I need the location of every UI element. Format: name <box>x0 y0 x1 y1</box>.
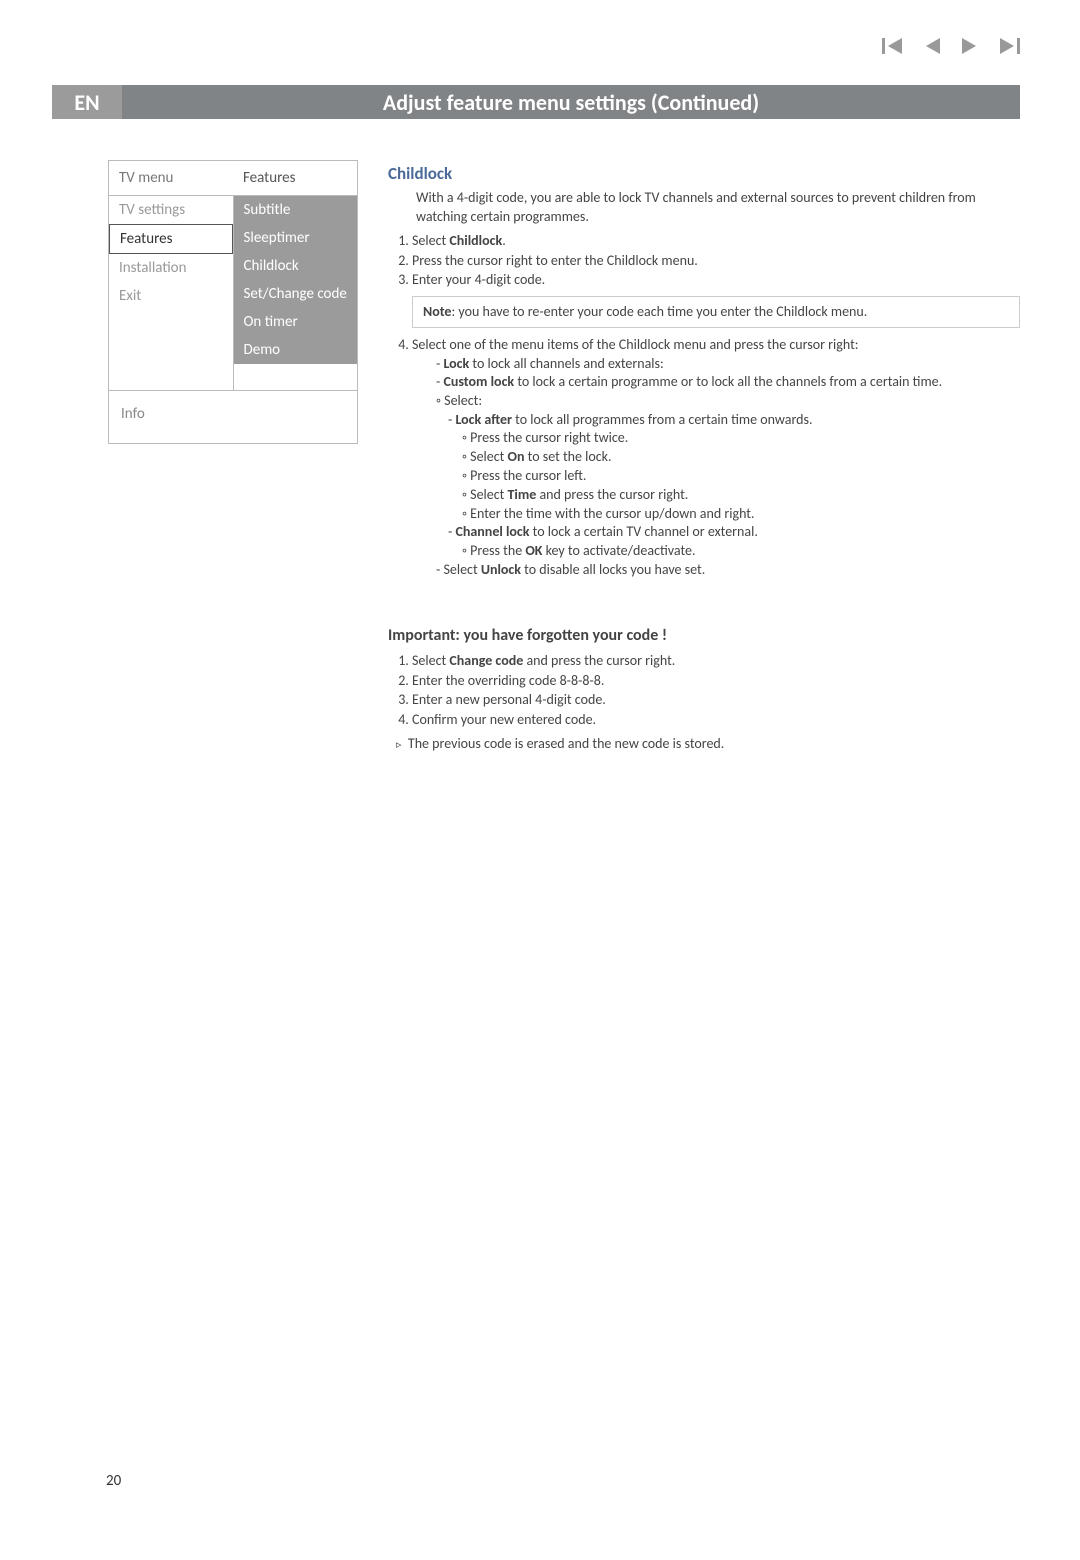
step-item: Enter a new personal 4-digit code. <box>412 691 1020 709</box>
menu-right-item[interactable]: On timer <box>234 308 358 336</box>
menu-right-item[interactable]: Childlock <box>234 252 358 280</box>
menu-info-label: Info <box>109 390 357 443</box>
last-icon[interactable] <box>1000 38 1020 58</box>
important-steps: Select Change code and press the cursor … <box>388 652 1020 729</box>
step-item: Select one of the menu items of the Chil… <box>412 336 1020 579</box>
menu-header-right: Features <box>233 161 357 196</box>
result-line: ▹ The previous code is erased and the ne… <box>396 735 1020 753</box>
menu-right-item[interactable]: Subtitle <box>234 196 358 224</box>
menu-left-item[interactable]: Exit <box>109 282 233 310</box>
step-item: Select Change code and press the cursor … <box>412 652 1020 670</box>
step-item: Select Childlock. <box>412 232 1020 250</box>
menu-header-left: TV menu <box>109 161 233 196</box>
important-heading: Important: you have forgotten your code … <box>388 625 1020 646</box>
menu-left-column: TV settings Features Installation Exit <box>109 196 234 390</box>
page-title: Adjust feature menu settings (Continued) <box>122 85 1020 119</box>
note-box: Note: you have to re-enter your code eac… <box>412 296 1020 328</box>
menu-right-item[interactable]: Sleeptimer <box>234 224 358 252</box>
menu-left-item-features[interactable]: Features <box>109 224 233 254</box>
menu-right-item[interactable]: Set/Change code <box>234 280 358 308</box>
content-area: Childlock With a 4-digit code, you are a… <box>388 163 1020 754</box>
step-item: Press the cursor right to enter the Chil… <box>412 252 1020 270</box>
menu-left-item[interactable]: TV settings <box>109 196 233 224</box>
intro-text: With a 4-digit code, you are able to loc… <box>416 189 1020 226</box>
menu-left-item[interactable]: Installation <box>109 254 233 282</box>
section-heading-childlock: Childlock <box>388 163 1020 185</box>
prev-icon[interactable] <box>924 38 940 58</box>
first-icon[interactable] <box>882 38 902 58</box>
menu-right-column: Subtitle Sleeptimer Childlock Set/Change… <box>234 196 358 390</box>
menu-right-item[interactable]: Demo <box>234 336 358 364</box>
language-badge: EN <box>52 85 122 119</box>
nav-icons <box>882 38 1020 58</box>
next-icon[interactable] <box>962 38 978 58</box>
steps-list: Select Childlock. Press the cursor right… <box>388 232 1020 289</box>
tv-menu-panel: TV menu Features TV settings Features In… <box>108 160 358 444</box>
steps-list-cont: Select one of the menu items of the Chil… <box>388 336 1020 579</box>
step-item: Enter your 4-digit code. <box>412 271 1020 289</box>
page-number: 20 <box>106 1472 121 1490</box>
step-item: Enter the overriding code 8-8-8-8. <box>412 672 1020 690</box>
step-item: Confirm your new entered code. <box>412 711 1020 729</box>
